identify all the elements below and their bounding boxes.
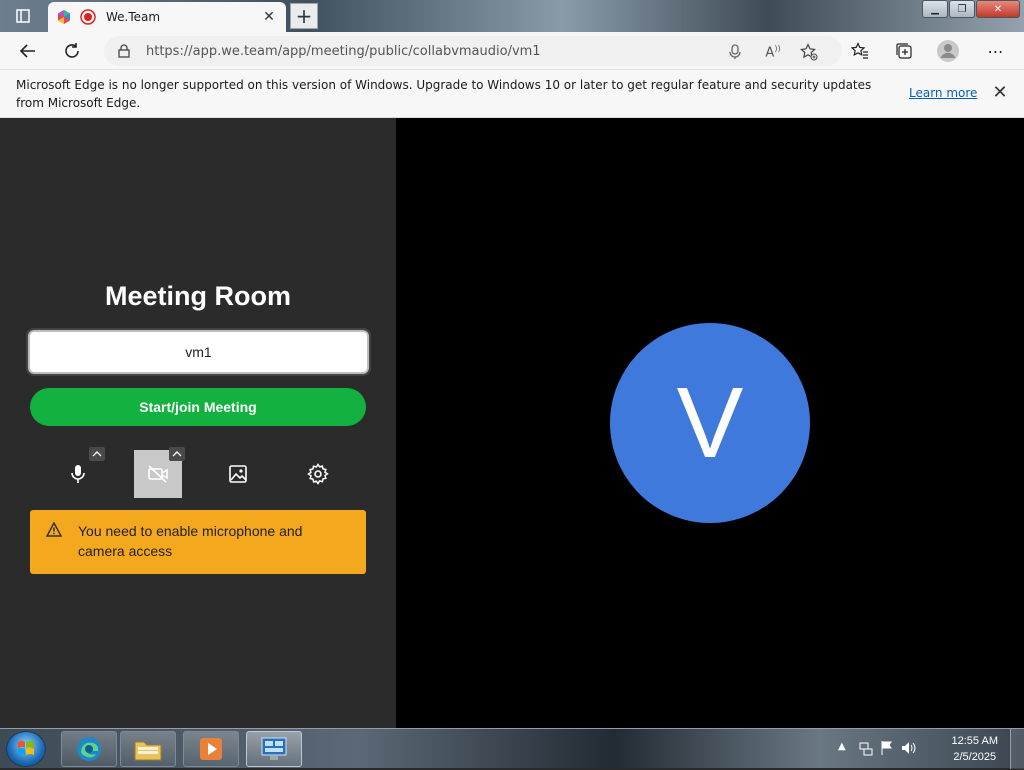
warning-text: You need to enable microphone and camera… [78,523,303,559]
room-name-input[interactable] [26,328,371,376]
profile-button[interactable] [936,39,960,63]
system-tray: ▲ 12:55 AM 2/5/2025 [834,729,1024,769]
collections-icon [896,43,912,59]
camera-options-button[interactable] [169,447,185,461]
back-button[interactable] [16,39,40,63]
url-text: https://app.we.team/app/meeting/public/c… [146,43,541,59]
profile-avatar-icon [937,40,959,62]
unsupported-os-infobar: Microsoft Edge is no longer supported on… [0,70,1024,118]
page-title: Meeting Room [105,281,291,311]
refresh-button[interactable] [60,39,84,63]
network-icon[interactable] [858,741,874,757]
read-aloud-mic-icon[interactable] [726,43,744,61]
refresh-icon [65,43,79,58]
background-image-icon [229,465,247,483]
new-tab-button[interactable]: + [290,3,318,29]
windows-taskbar: ▲ 12:55 AM 2/5/2025 [0,728,1024,769]
add-favorite-icon[interactable] [800,43,818,61]
read-aloud-icon[interactable]: A)) [764,43,782,61]
browser-tab[interactable]: We.Team ✕ [48,2,286,32]
infobar-message: Microsoft Edge is no longer supported on… [16,78,872,110]
chevron-up-icon [172,451,182,457]
taskbar-remote-app-button[interactable] [246,731,302,767]
close-window-button[interactable]: ✕ [976,0,1020,18]
camera-off-icon [148,465,168,483]
taskbar-clock[interactable]: 12:55 AM 2/5/2025 [952,733,998,765]
back-arrow-icon [19,44,35,58]
meeting-setup-panel: Meeting Room Start/join Meeting You need… [0,118,396,728]
tab-close-icon[interactable]: ✕ [260,9,278,25]
edge-browser-icon [77,737,101,761]
clock-time: 12:55 AM [951,735,998,747]
tab-actions-button[interactable] [8,4,38,28]
plus-icon: + [295,4,313,28]
minimize-button[interactable]: ▁ [922,0,948,18]
avatar-initial: V [676,366,744,479]
browser-toolbar: https://app.we.team/app/meeting/public/c… [0,32,1024,70]
show-hidden-icons-icon[interactable]: ▲ [838,741,846,752]
show-desktop-button[interactable] [1010,729,1024,769]
start-button[interactable] [6,731,46,767]
microphone-icon [71,465,85,483]
tab-title: We.Team [106,10,161,24]
chevron-up-icon [92,451,102,457]
taskbar-explorer-button[interactable] [120,731,176,767]
participant-avatar: V [610,323,810,523]
background-image-button[interactable] [214,450,262,498]
learn-more-link[interactable]: Learn more [909,86,977,100]
permission-warning-alert: You need to enable microphone and camera… [30,510,366,574]
settings-menu-button[interactable]: ⋯ [984,39,1008,63]
browser-titlebar: We.Team ✕ + ▁ ❐ ✕ [0,0,1024,32]
microphone-options-button[interactable] [89,447,105,461]
infobar-close-icon[interactable]: ✕ [990,82,1010,103]
taskbar-media-player-button[interactable] [183,731,239,767]
media-player-icon [200,738,222,760]
favorites-icon [851,42,868,59]
settings-button[interactable] [294,450,342,498]
volume-icon[interactable] [900,740,918,756]
settings-icon [307,463,329,485]
window-controls: ▁ ❐ ✕ [921,0,1020,18]
folder-icon [134,741,162,761]
start-join-meeting-button[interactable]: Start/join Meeting [30,388,366,426]
video-preview-panel: V [396,118,1024,728]
tab-actions-icon [16,9,30,23]
more-dots-icon: ⋯ [987,41,1005,61]
windows-logo-icon [18,741,34,755]
action-center-flag-icon[interactable] [880,740,894,756]
clock-date: 2/5/2025 [953,751,997,763]
warning-triangle-icon [46,522,62,537]
collections-button[interactable] [892,39,916,63]
restore-button[interactable]: ❐ [949,0,975,18]
control-panel-icon [261,737,287,760]
recording-indicator-icon [80,9,96,25]
favorites-button[interactable] [848,39,872,63]
lock-icon [118,44,130,58]
address-bar[interactable]: https://app.we.team/app/meeting/public/c… [104,36,842,66]
weteam-favicon-icon [58,10,70,24]
taskbar-edge-button[interactable] [61,731,117,767]
